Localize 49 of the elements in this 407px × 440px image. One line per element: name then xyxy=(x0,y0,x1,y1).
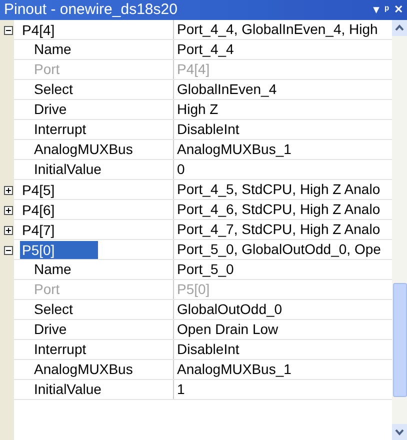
property-value[interactable]: GlobalInEven_4 xyxy=(174,80,392,99)
scroll-thumb[interactable] xyxy=(393,283,407,397)
property-name: Name xyxy=(34,40,72,59)
pin-button[interactable]: ᵖ xyxy=(384,4,389,16)
property-name: Select xyxy=(34,80,73,99)
property-name: InitialValue xyxy=(34,160,102,179)
scroll-down-icon[interactable] xyxy=(392,424,407,440)
property-value[interactable]: Open Drain Low xyxy=(174,320,392,339)
group-value: Port_4_6, StdCPU, High Z Analo xyxy=(176,200,382,219)
property-name: AnalogMUXBus xyxy=(34,360,133,379)
expand-icon[interactable] xyxy=(4,206,13,214)
property-name: Select xyxy=(34,300,73,319)
property-name: Interrupt xyxy=(34,120,86,139)
property-value[interactable]: DisableInt xyxy=(174,120,392,139)
property-value[interactable]: Port_5_0 xyxy=(174,260,392,279)
property-value[interactable]: AnalogMUXBus_1 xyxy=(174,140,392,159)
group-value: Port_4_4, GlobalInEven_4, High xyxy=(176,20,379,39)
group-name[interactable]: P4[4] xyxy=(20,20,57,38)
group-name[interactable]: P4[7] xyxy=(20,220,57,238)
group-name[interactable]: P4[5] xyxy=(20,180,57,198)
group-value: Port_5_0, GlobalOutOdd_0, Ope xyxy=(176,240,382,259)
property-name: Drive xyxy=(34,320,67,339)
property-value[interactable]: GlobalOutOdd_0 xyxy=(174,300,392,319)
property-value[interactable]: 1 xyxy=(174,380,392,399)
property-name: Interrupt xyxy=(34,340,86,359)
collapse-icon[interactable] xyxy=(4,26,13,34)
expand-icon[interactable] xyxy=(4,226,13,234)
scroll-up-icon[interactable] xyxy=(392,20,407,36)
property-name: Drive xyxy=(34,100,67,119)
collapse-icon[interactable] xyxy=(4,246,13,254)
property-name: InitialValue xyxy=(34,380,102,399)
scrollbar[interactable] xyxy=(392,20,407,440)
group-value: Port_4_5, StdCPU, High Z Analo xyxy=(176,180,382,199)
expand-icon[interactable] xyxy=(4,186,13,194)
close-button[interactable]: ✕ xyxy=(394,4,403,16)
group-name[interactable]: P4[6] xyxy=(20,200,57,218)
window-title: Pinout - onewire_ds18s20 xyxy=(4,0,178,20)
property-value[interactable]: High Z xyxy=(174,100,392,119)
property-value[interactable]: Port_4_4 xyxy=(174,40,392,59)
group-value: Port_4_7, StdCPU, High Z Analo xyxy=(176,220,382,239)
dropdown-button[interactable]: ▾ xyxy=(374,4,380,16)
property-name: Port xyxy=(34,280,60,299)
property-name: Name xyxy=(34,260,72,279)
property-value[interactable]: AnalogMUXBus_1 xyxy=(174,360,392,379)
property-value[interactable]: 0 xyxy=(174,160,392,179)
property-name: Port xyxy=(34,60,60,79)
group-name[interactable]: P5[0] xyxy=(20,240,98,258)
property-name: AnalogMUXBus xyxy=(34,140,133,159)
property-value[interactable]: DisableInt xyxy=(174,340,392,359)
